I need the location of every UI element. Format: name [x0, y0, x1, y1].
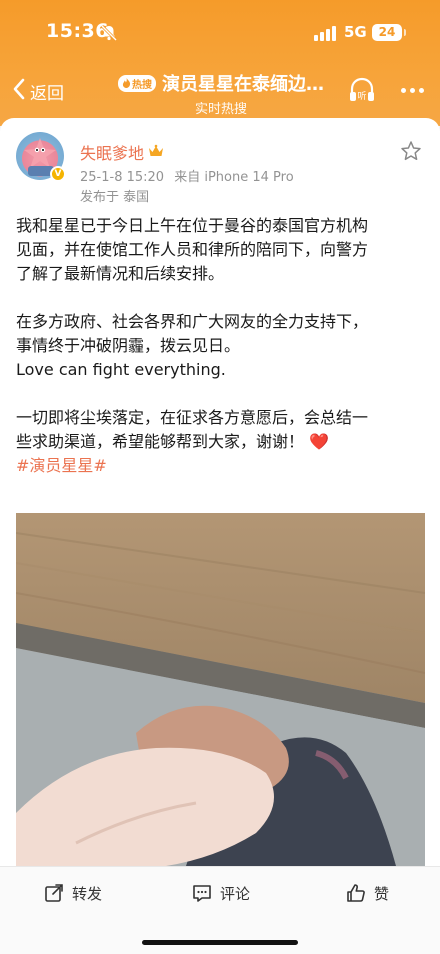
post-line: 我和星星已于今日上午在位于曼谷的泰国官方机构 — [16, 216, 369, 235]
post-line: 事情终于冲破阴霾，拨云见日。 — [16, 336, 241, 355]
post-location: 发布于 泰国 — [80, 190, 150, 205]
comment-label: 评论 — [220, 884, 251, 903]
patrick-star-icon — [24, 138, 56, 168]
page-title: 演员星星在泰缅边… — [162, 74, 324, 95]
thumbs-up-icon — [347, 884, 365, 902]
chevron-left-icon — [12, 78, 26, 104]
battery-icon: 24 — [372, 24, 402, 41]
hashtag-link[interactable]: #演员星星# — [16, 456, 107, 475]
post-meta: 25-1-8 15:20 来自 iPhone 14 Pro — [80, 166, 294, 185]
more-dot-icon — [400, 87, 406, 93]
post-paragraph: 在多方政府、社会各界和广大网友的全力支持下， 事情终于冲破阴霾，拨云见日。 Lo… — [16, 310, 428, 382]
back-label: 返回 — [30, 83, 64, 104]
repost-button[interactable]: 转发 — [44, 881, 102, 905]
post-line: Love can fight everything. — [16, 360, 226, 379]
more-dot-icon — [418, 87, 424, 93]
listen-button[interactable]: 听 — [346, 74, 378, 106]
action-bar: 转发 评论 赞 — [0, 866, 440, 954]
nav-bar: 返回 热搜 演员星星在泰缅边… 实时热搜 听 — [0, 62, 440, 118]
favorite-star-button[interactable] — [400, 140, 422, 166]
hands-photo-illustration — [16, 513, 425, 866]
flame-icon — [122, 78, 131, 88]
comment-icon — [193, 885, 211, 902]
author-name[interactable]: 失眠爹地 — [80, 140, 144, 164]
star-outline-icon — [401, 141, 421, 161]
page-title-block: 热搜 演员星星在泰缅边… 实时热搜 — [108, 70, 334, 117]
hot-badge-label: 热搜 — [132, 79, 152, 91]
post-line: 见面，并在使馆工作人员和律所的陪同下，向警方 — [16, 240, 369, 259]
post-card: V 失眠爹地 25-1-8 15:20 来自 iPhone 14 Pro 发布于… — [0, 118, 440, 866]
bell-off-icon — [100, 24, 118, 46]
comment-button[interactable]: 评论 — [192, 881, 250, 905]
top-header: 15:36 5G 24 返回 热搜 演员星星在泰缅边… 实时热搜 听 — [0, 0, 440, 126]
more-button[interactable] — [398, 78, 426, 102]
crown-icon — [148, 143, 164, 162]
heart-emoji-icon: ❤️ — [309, 432, 330, 451]
like-button[interactable]: 赞 — [346, 881, 389, 905]
post-line: 一切即将尘埃落定，在征求各方意愿后，会总结一 — [16, 408, 369, 427]
signal-icon — [314, 26, 336, 41]
back-button[interactable]: 返回 — [12, 76, 64, 106]
battery-tip — [404, 29, 406, 36]
verified-badge-icon: V — [50, 166, 66, 182]
post-paragraph: 一切即将尘埃落定，在征求各方意愿后，会总结一 些求助渠道，希望能够帮到大家，谢谢… — [16, 406, 428, 478]
like-label: 赞 — [374, 884, 390, 903]
post-timestamp: 25-1-8 15:20 — [80, 170, 165, 185]
repost-label: 转发 — [72, 884, 103, 903]
post-source: 来自 iPhone 14 Pro — [174, 170, 294, 185]
headphones-icon: 听 — [350, 77, 374, 102]
post-line: 在多方政府、社会各界和广大网友的全力支持下， — [16, 312, 369, 331]
home-indicator[interactable] — [142, 940, 298, 945]
post-line: 些求助渠道，希望能够帮到大家，谢谢！ ❤️ — [16, 430, 428, 454]
repost-icon — [45, 884, 63, 902]
hot-search-badge: 热搜 — [118, 74, 156, 92]
post-paragraph: 我和星星已于今日上午在位于曼谷的泰国官方机构 见面，并在使馆工作人员和律所的陪同… — [16, 214, 428, 286]
post-content: 我和星星已于今日上午在位于曼谷的泰国官方机构 见面，并在使馆工作人员和律所的陪同… — [16, 214, 428, 478]
network-type: 5G — [344, 23, 367, 41]
status-bar: 15:36 5G 24 — [0, 0, 440, 62]
page-subtitle: 实时热搜 — [194, 102, 247, 117]
post-line: 了解了最新情况和后续安排。 — [16, 264, 225, 283]
post-line-text: 些求助渠道，希望能够帮到大家，谢谢！ — [16, 432, 305, 451]
more-dot-icon — [409, 87, 415, 93]
svg-text:听: 听 — [357, 91, 366, 102]
post-image[interactable] — [16, 513, 425, 866]
